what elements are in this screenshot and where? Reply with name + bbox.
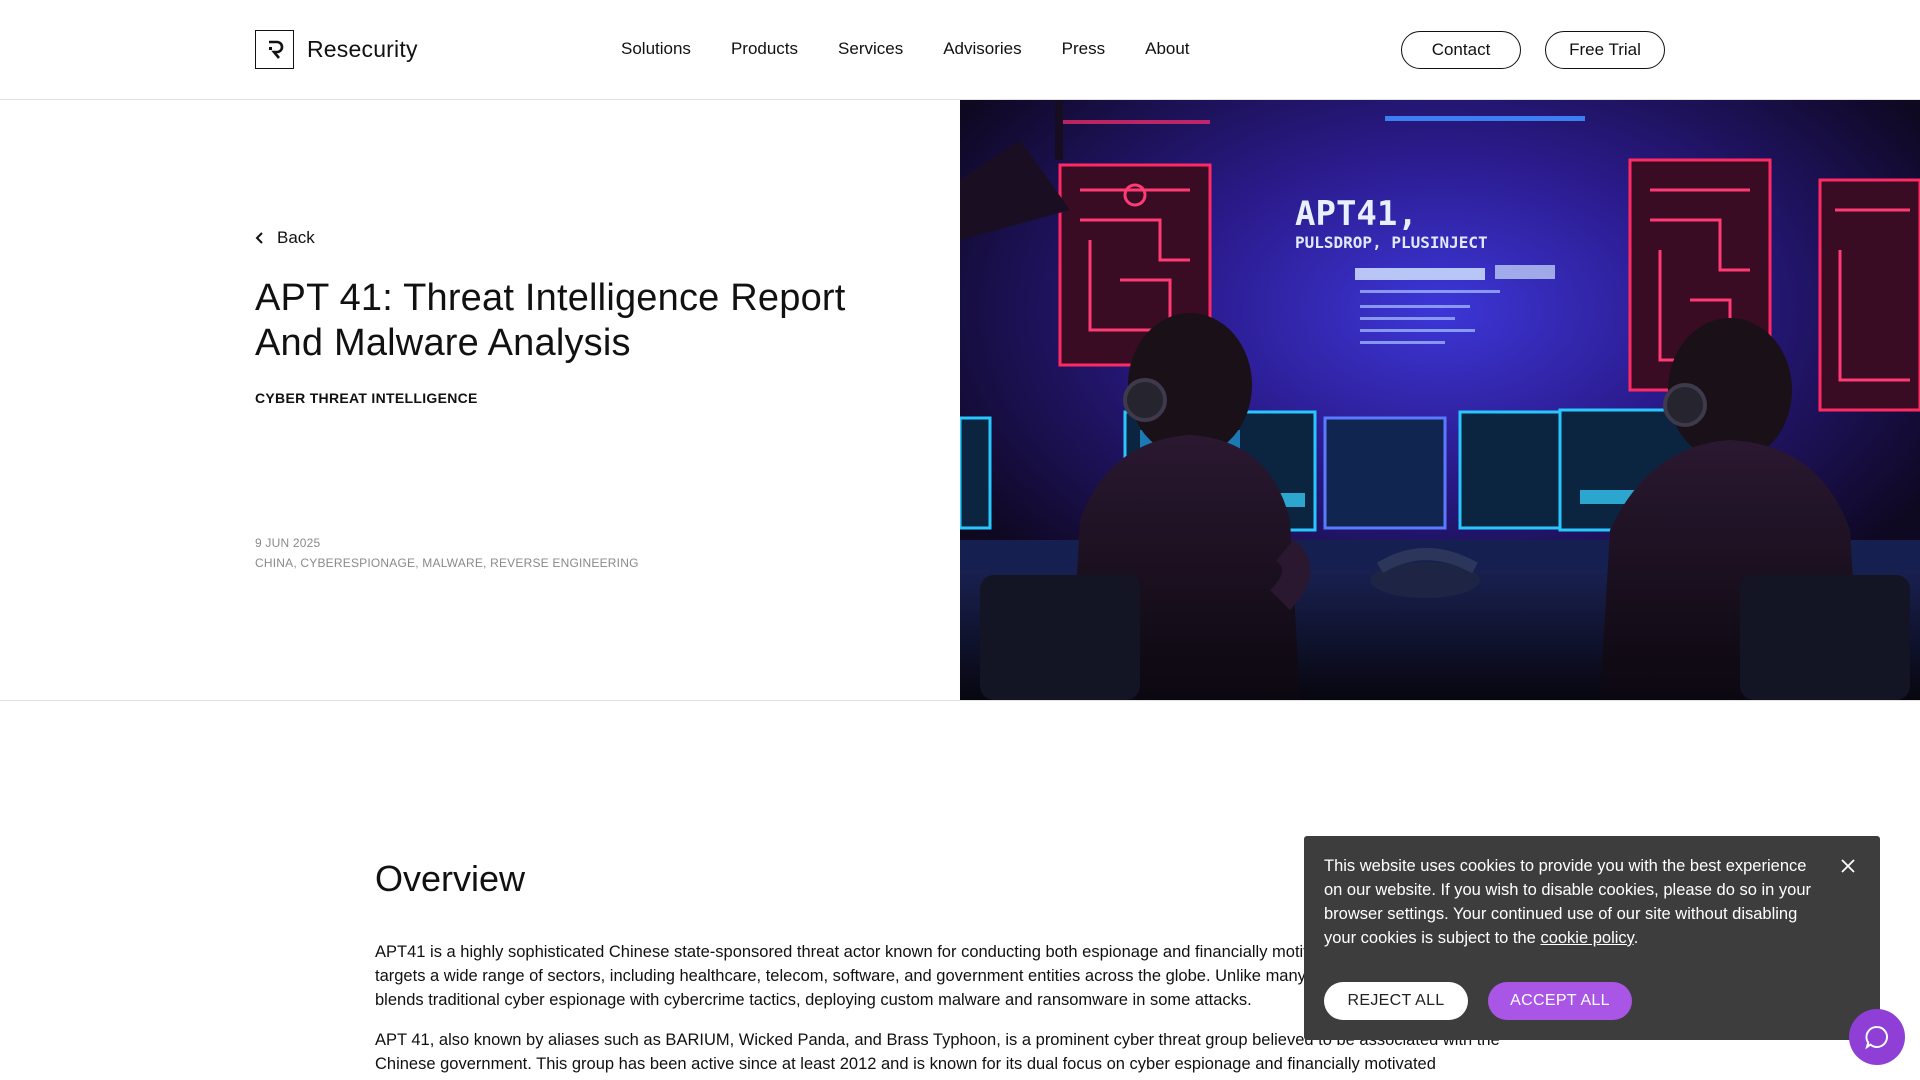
contact-button[interactable]: Contact bbox=[1401, 31, 1521, 69]
image-headline: APT41, bbox=[1295, 194, 1418, 234]
cookie-message: This website uses cookies to provide you… bbox=[1324, 854, 1824, 950]
chat-button[interactable] bbox=[1849, 1009, 1905, 1065]
close-icon[interactable] bbox=[1838, 856, 1858, 876]
nav-item-solutions[interactable]: Solutions bbox=[621, 38, 691, 60]
brand-logo[interactable]: Resecurity bbox=[255, 30, 418, 69]
hero-info: Back APT 41: Threat Intelligence Report … bbox=[0, 100, 960, 700]
site-header: Resecurity Solutions Products Services A… bbox=[0, 0, 1920, 100]
image-subline: PULSDROP, PLUSINJECT bbox=[1295, 233, 1488, 252]
brand-name: Resecurity bbox=[307, 36, 418, 62]
article-tags: CHINA, CYBERESPIONAGE, MALWARE, REVERSE … bbox=[255, 556, 639, 570]
hero-image: APT41, PULSDROP, PLUSINJECT bbox=[960, 100, 1920, 700]
nav-item-services[interactable]: Services bbox=[838, 38, 903, 60]
cookie-message-end: . bbox=[1633, 929, 1639, 947]
chat-icon bbox=[1865, 1026, 1888, 1050]
reject-all-button[interactable]: REJECT ALL bbox=[1324, 982, 1468, 1020]
nav-item-about[interactable]: About bbox=[1145, 38, 1189, 60]
overview-heading: Overview bbox=[375, 858, 526, 899]
category-label: CYBER THREAT INTELLIGENCE bbox=[255, 390, 478, 406]
cookie-policy-link[interactable]: cookie policy bbox=[1540, 929, 1633, 947]
accept-all-button[interactable]: ACCEPT ALL bbox=[1488, 982, 1632, 1020]
free-trial-button[interactable]: Free Trial bbox=[1545, 31, 1665, 69]
hero-divider bbox=[0, 700, 1920, 701]
page-title: APT 41: Threat Intelligence Report And M… bbox=[255, 277, 846, 364]
chevron-left-icon bbox=[255, 232, 263, 244]
back-link[interactable]: Back bbox=[255, 228, 315, 248]
main-nav: Solutions Products Services Advisories P… bbox=[621, 38, 1190, 60]
nav-item-products[interactable]: Products bbox=[731, 38, 798, 60]
logo-icon bbox=[255, 30, 294, 69]
nav-item-press[interactable]: Press bbox=[1062, 38, 1105, 60]
publish-date: 9 JUN 2025 bbox=[255, 536, 321, 550]
back-label: Back bbox=[277, 228, 315, 247]
cookie-banner: This website uses cookies to provide you… bbox=[1304, 836, 1880, 1040]
nav-item-advisories[interactable]: Advisories bbox=[943, 38, 1021, 60]
